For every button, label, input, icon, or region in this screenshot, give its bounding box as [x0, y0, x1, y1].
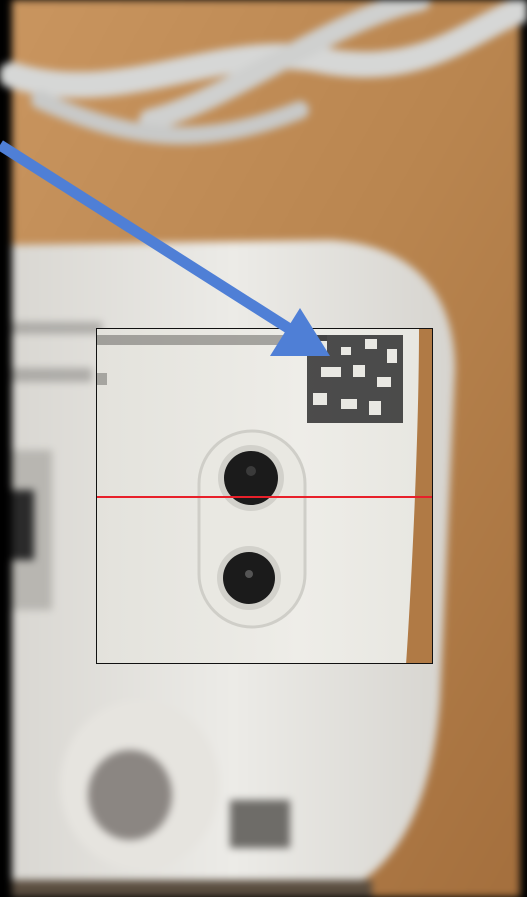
scan-line [97, 496, 432, 498]
camera-scan-screen [0, 0, 527, 897]
power-jack-icon [217, 546, 281, 610]
qr-code-icon [307, 335, 403, 423]
dc-jack-icon [218, 445, 284, 511]
scan-frame [96, 328, 433, 664]
